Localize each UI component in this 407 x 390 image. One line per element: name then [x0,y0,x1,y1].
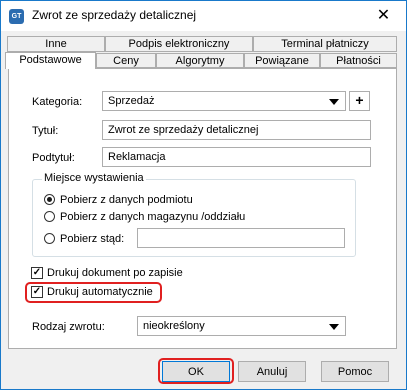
kategoria-select[interactable]: Sprzedaż [102,91,346,111]
tytul-field[interactable] [102,120,371,140]
close-icon[interactable]: ✕ [361,1,406,31]
tab-inne[interactable]: Inne [7,36,105,52]
tytul-label: Tytuł: [32,125,59,137]
kategoria-value: Sprzedaż [108,95,155,107]
cancel-button[interactable]: Anuluj [238,361,306,382]
help-button[interactable]: Pomoc [321,361,389,382]
tab-terminal-platniczy[interactable]: Terminal płatniczy [253,36,397,52]
tab-algorytmy[interactable]: Algorytmy [156,53,244,68]
tab-podpis-elektroniczny[interactable]: Podpis elektroniczny [105,36,253,52]
tab-platnosci[interactable]: Płatności [320,53,397,68]
checkbox-label-drukuj-po-zapisie[interactable]: Drukuj dokument po zapisie [47,267,183,279]
add-kategoria-button[interactable]: + [349,91,370,111]
app-icon: GT [9,9,24,24]
checkbox-drukuj-po-zapisie[interactable]: ✓ [31,267,43,279]
tab-powiazane[interactable]: Powiązane [244,53,320,68]
radio-label-magazynu[interactable]: Pobierz z danych magazynu /oddziału [60,211,245,223]
tab-ceny[interactable]: Ceny [96,53,156,68]
radio-pobierz-magazynu[interactable] [44,211,55,222]
tab-podstawowe[interactable]: Podstawowe [5,52,96,69]
radio-selected-dot [47,197,52,202]
podtytul-field[interactable] [102,147,371,167]
radio-pobierz-podmiotu[interactable] [44,194,55,205]
radio-pobierz-stad[interactable] [44,233,55,244]
radio-label-podmiotu[interactable]: Pobierz z danych podmiotu [60,194,193,206]
kategoria-label: Kategoria: [32,96,83,108]
podtytul-input[interactable] [103,148,370,166]
rodzaj-zwrotu-select[interactable]: nieokreślony [137,316,346,336]
group-title: Miejsce wystawienia [42,172,146,184]
podtytul-label: Podtytuł: [32,152,75,164]
tytul-input[interactable] [103,121,370,139]
dialog-window: GT Zwrot ze sprzedaży detalicznej ✕ Inne… [0,0,407,390]
radio-label-stad[interactable]: Pobierz stąd: [60,233,124,245]
stad-field[interactable] [137,228,345,248]
rodzaj-zwrotu-label: Rodzaj zwrotu: [32,321,105,333]
stad-input[interactable] [138,229,344,247]
window-title: Zwrot ze sprzedaży detalicznej [32,8,197,22]
title-bar[interactable]: GT Zwrot ze sprzedaży detalicznej ✕ [1,1,406,31]
ok-button[interactable]: OK [162,361,230,382]
chevron-down-icon [329,324,339,330]
rodzaj-zwrotu-value: nieokreślony [143,320,205,332]
chevron-down-icon [329,99,339,105]
checkbox-label-drukuj-automatycznie[interactable]: Drukuj automatycznie [47,286,153,298]
checkbox-drukuj-automatycznie[interactable]: ✓ [31,286,43,298]
